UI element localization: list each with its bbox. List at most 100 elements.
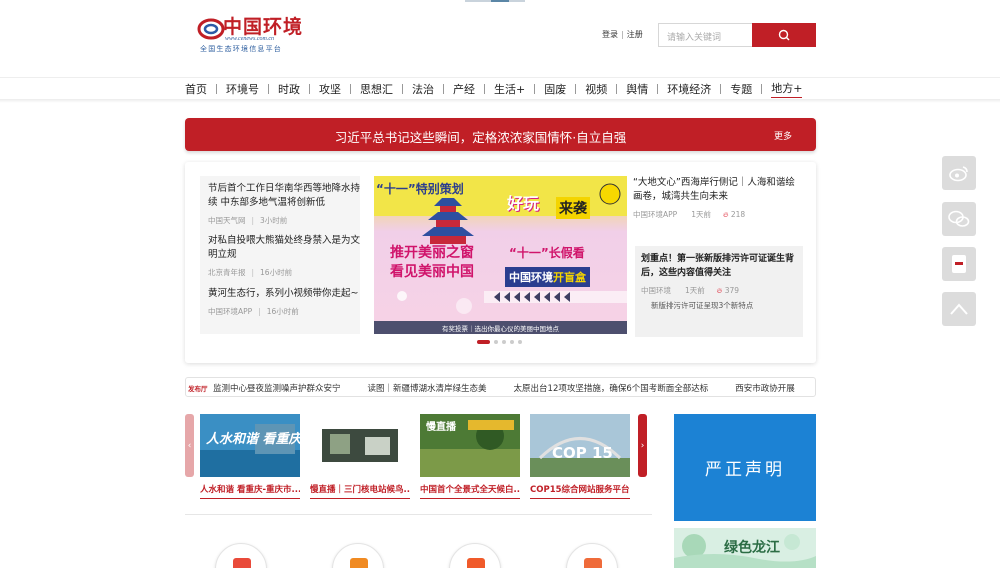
nav-item[interactable]: 专题 (730, 81, 752, 97)
carousel-card[interactable]: 慢直播｜三门核电站候鸟... (310, 414, 410, 499)
shopping-bag-icon (350, 558, 368, 568)
nav-item[interactable]: 时政 (278, 81, 300, 97)
back-to-top-button[interactable] (942, 292, 976, 326)
ticker-item[interactable]: 监测中心昼夜监测噪声护群众安宁 (213, 384, 341, 394)
featured-poster[interactable]: “十一”特别策划 好玩 来袭 推开美丽之窗 看见美丽中国 “十一”长假看 中国环… (374, 176, 627, 334)
search-input[interactable]: 请输入关键词 (658, 23, 752, 47)
news-meta: 中国环境APP 1天前 🔥︎ 218 (633, 210, 746, 219)
channel-circle-button[interactable] (332, 543, 384, 568)
card-label[interactable]: 慢直播｜三门核电站候鸟... (310, 483, 410, 495)
login-link[interactable]: 登录 (602, 30, 618, 39)
list-item[interactable]: 节后首个工作日华南华西等地降水持续 中东部多地气温将创新低 中国天气网 | 3小时前 (208, 182, 368, 226)
channel-circle-button[interactable] (449, 543, 501, 568)
nav-item[interactable]: 环境号 (226, 81, 259, 97)
list-item[interactable]: 黄河生态行，系列小视频带你走起~ 中国环境APP | 16小时前 (208, 287, 368, 317)
card-label[interactable]: COP15综合网站服务平台 (530, 483, 630, 495)
section-divider (185, 514, 652, 515)
poster-caption: 有奖投票｜选出你最心仪的美丽中国地点 (442, 325, 559, 333)
list-item[interactable]: 对私自投喂大熊猫处终身禁入是为文明立规 北京青年报 | 16小时前 (208, 234, 368, 278)
fire-icon: 🔥︎ (722, 210, 729, 219)
news-source: 中国环境APP (208, 307, 253, 316)
card-label[interactable]: 中国首个全景式全天候白... (420, 483, 520, 495)
nav-item[interactable]: 环境经济 (667, 81, 711, 97)
view-count: 218 (730, 210, 746, 219)
logo-name: 中国环境 (223, 16, 304, 38)
wechat-icon (948, 210, 970, 227)
slide-dot[interactable] (518, 340, 522, 344)
news-source: 中国天气网 (208, 216, 246, 225)
search-box: 请输入关键词 (658, 23, 816, 47)
nav-item[interactable]: 产经 (453, 81, 475, 97)
poster-laixi: 来袭 (556, 197, 590, 219)
news-title[interactable]: 对私自投喂大熊猫处终身禁入是为文明立规 (208, 234, 368, 262)
carousel-card[interactable]: 慢直播 中国首个全景式全天候白... (420, 414, 520, 499)
nav-item[interactable]: 攻坚 (319, 81, 341, 97)
nav-item[interactable]: 视频 (585, 81, 607, 97)
right-news-top[interactable]: “大地文心”西海岸行侧记｜人海和谐绘画卷，城湾共生向未来 中国环境APP 1天前 🔥… (633, 176, 803, 220)
app-icon (952, 255, 966, 273)
chevron-left-icon: ‹ (187, 440, 192, 451)
logo-swirl-icon (197, 18, 225, 40)
wechat-share-button[interactable] (942, 202, 976, 236)
news-title[interactable]: “大地文心”西海岸行侧记｜人海和谐绘画卷，城湾共生向未来 (633, 176, 803, 204)
nav-separator (616, 84, 618, 94)
nav-separator (443, 84, 444, 94)
ticker-badge: 发布厅 (188, 385, 208, 393)
nav-item[interactable]: 首页 (185, 81, 207, 97)
nav-separator (402, 84, 403, 94)
carousel-card[interactable]: COP 15 COP15综合网站服务平台 (530, 414, 630, 499)
statement-banner[interactable]: 严正声明 (674, 414, 816, 521)
news-time: 16小时前 (260, 268, 293, 277)
slide-dot[interactable] (494, 340, 498, 344)
nav-item[interactable]: 思想汇 (360, 81, 393, 97)
carousel-next-button[interactable]: › (638, 414, 647, 477)
nav-item[interactable]: 舆情 (626, 81, 648, 97)
weibo-share-button[interactable] (942, 156, 976, 190)
featured-block: 节后首个工作日华南华西等地降水持续 中东部多地气温将创新低 中国天气网 | 3小时前… (185, 162, 816, 363)
card-image: 人水和谐 看重庆 (200, 414, 300, 477)
nav-separator (216, 84, 217, 94)
slide-indicator (477, 340, 522, 344)
left-news-list: 节后首个工作日华南华西等地降水持续 中东部多地气温将创新低 中国天气网 | 3小时前… (200, 176, 360, 334)
card-label[interactable]: 人水和谐 看重庆-重庆市... (200, 483, 300, 495)
headline-banner[interactable]: 习近平总书记这些瞬间，定格浓浓家国情怀·自立自强 更多 (185, 118, 816, 151)
register-link[interactable]: 注册 (627, 30, 643, 39)
nav-separator (575, 84, 577, 94)
ticker-item[interactable]: 西安市政协开展 (735, 384, 795, 394)
view-count: 379 (724, 286, 740, 295)
nav-item[interactable]: 生活+ (494, 81, 525, 97)
longjiang-banner[interactable]: 绿色龙江 (674, 528, 816, 568)
app-download-button[interactable] (942, 247, 976, 281)
channel-icon (233, 558, 251, 568)
poster-right-line1: “十一”长假看 (509, 246, 585, 260)
carousel-card[interactable]: 人水和谐 看重庆 人水和谐 看重庆-重庆市... (200, 414, 300, 499)
search-icon (778, 29, 790, 41)
carousel-prev-button[interactable]: ‹ (185, 414, 194, 477)
logo-url: www.cenews.com.cn (225, 36, 275, 42)
card-image (310, 414, 410, 477)
channel-circle-button[interactable] (566, 543, 618, 568)
news-subtitle[interactable]: 新版排污许可证呈现3个新特点 (641, 300, 797, 311)
slide-dot[interactable] (477, 340, 490, 344)
right-news-box[interactable]: 划重点！第一张新版排污许可证诞生背后，这些内容值得关注 中国环境 1天前 🔥︎ 37… (635, 246, 803, 337)
banner-more-link[interactable]: 更多 (774, 129, 792, 142)
ticker-items: 监测中心昼夜监测噪声护群众安宁 读图｜新疆博湖水清岸绿生态美 太原出台12项攻坚措施… (213, 382, 815, 394)
channel-circle-button[interactable] (215, 543, 267, 568)
logo-slogan: 全国生态环境信息平台 (200, 45, 282, 53)
site-logo[interactable]: 中国环境 www.cenews.com.cn 全国生态环境信息平台 (197, 12, 307, 54)
slide-dot[interactable] (510, 340, 514, 344)
news-title[interactable]: 黄河生态行，系列小视频带你走起~ (208, 287, 368, 301)
news-title[interactable]: 节后首个工作日华南华西等地降水持续 中东部多地气温将创新低 (208, 182, 368, 210)
slide-dot[interactable] (502, 340, 506, 344)
banner-headline[interactable]: 习近平总书记这些瞬间，定格浓浓家国情怀·自立自强 (185, 127, 816, 146)
news-ticker: 发布厅 监测中心昼夜监测噪声护群众安宁 读图｜新疆博湖水清岸绿生态美 太原出台12项… (185, 377, 816, 397)
nav-item[interactable]: 法治 (412, 81, 434, 97)
ticker-item[interactable]: 读图｜新疆博湖水清岸绿生态美 (368, 384, 487, 394)
news-meta: 中国天气网 | 3小时前 (208, 216, 288, 225)
nav-item[interactable]: 固废 (544, 81, 566, 97)
nav-item[interactable]: 地方+ (771, 80, 803, 98)
search-button[interactable] (752, 23, 816, 47)
ticker-item[interactable]: 太原出台12项攻坚措施，确保6个国考断面全部达标 (514, 384, 709, 394)
news-time: 16小时前 (266, 307, 299, 316)
news-title[interactable]: 划重点！第一张新版排污许可证诞生背后，这些内容值得关注 (641, 252, 797, 280)
